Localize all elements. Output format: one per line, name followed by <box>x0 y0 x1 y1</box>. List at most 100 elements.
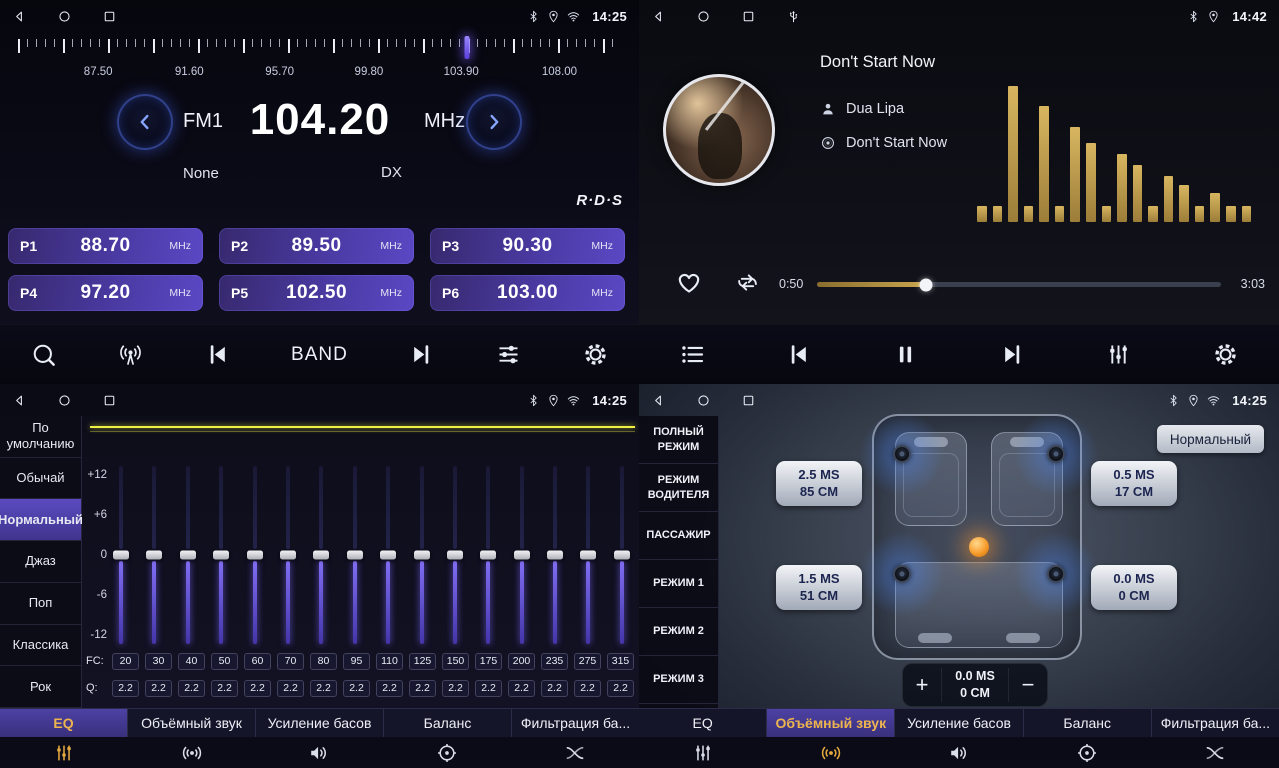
slider-thumb[interactable] <box>180 551 196 560</box>
delay-rear-left[interactable]: 1.5 MS 51 CM <box>776 565 862 610</box>
favorite-button[interactable] <box>675 268 703 296</box>
eq-band-slider[interactable] <box>579 466 597 644</box>
surround-icon[interactable] <box>128 737 256 768</box>
fc-value[interactable]: 150 <box>442 653 469 670</box>
recents-icon[interactable] <box>102 393 117 408</box>
eq-faders-icon[interactable] <box>639 737 767 768</box>
back-icon[interactable] <box>651 393 666 408</box>
decrease-button[interactable]: − <box>1009 664 1047 706</box>
usb-icon[interactable] <box>786 9 801 24</box>
increase-button[interactable]: + <box>903 664 941 706</box>
eq-faders-icon[interactable] <box>0 737 128 768</box>
fc-value[interactable]: 200 <box>508 653 535 670</box>
band-button[interactable]: BAND <box>291 344 348 366</box>
tab-bass-boost[interactable]: Усиление басов <box>256 709 384 737</box>
eq-preset-item[interactable]: Поп <box>0 583 81 625</box>
q-value[interactable]: 2.2 <box>607 680 634 697</box>
q-value[interactable]: 2.2 <box>178 680 205 697</box>
eq-preset-item[interactable]: Нормальный <box>0 499 81 541</box>
slider-thumb[interactable] <box>280 551 296 560</box>
q-value[interactable]: 2.2 <box>145 680 172 697</box>
eq-preset-item[interactable]: Обычай <box>0 458 81 500</box>
q-value[interactable]: 2.2 <box>442 680 469 697</box>
tab-filter[interactable]: Фильтрация ба... <box>512 709 639 737</box>
eq-band-slider[interactable] <box>312 466 330 644</box>
tab-balance[interactable]: Баланс <box>384 709 512 737</box>
q-value[interactable]: 2.2 <box>244 680 271 697</box>
delay-front-left[interactable]: 2.5 MS 85 CM <box>776 461 862 506</box>
eq-band-slider[interactable] <box>246 466 264 644</box>
balance-icon[interactable] <box>1023 737 1151 768</box>
slider-thumb[interactable] <box>414 551 430 560</box>
eq-band-slider[interactable] <box>379 466 397 644</box>
fc-value[interactable]: 30 <box>145 653 172 670</box>
delay-front-right[interactable]: 0.5 MS 17 CM <box>1091 461 1177 506</box>
q-value[interactable]: 2.2 <box>310 680 337 697</box>
recents-icon[interactable] <box>102 9 117 24</box>
slider-thumb[interactable] <box>580 551 596 560</box>
back-icon[interactable] <box>12 393 27 408</box>
field-mode-item[interactable]: РЕЖИМ ВОДИТЕЛЯ <box>639 464 718 512</box>
slider-thumb[interactable] <box>313 551 329 560</box>
eq-band-slider[interactable] <box>145 466 163 644</box>
slider-thumb[interactable] <box>547 551 563 560</box>
tune-down-button[interactable] <box>117 94 173 150</box>
fc-value[interactable]: 50 <box>211 653 238 670</box>
field-mode-item[interactable]: РЕЖИМ 2 <box>639 608 718 656</box>
eq-preset-item[interactable]: Классика <box>0 625 81 667</box>
slider-thumb[interactable] <box>514 551 530 560</box>
q-value[interactable]: 2.2 <box>277 680 304 697</box>
tab-surround-sound[interactable]: Объёмный звук <box>767 709 895 737</box>
crossover-icon[interactable] <box>511 737 639 768</box>
q-value[interactable]: 2.2 <box>376 680 403 697</box>
next-button[interactable] <box>999 341 1026 368</box>
crossover-icon[interactable] <box>1151 737 1279 768</box>
tab-filter[interactable]: Фильтрация ба... <box>1152 709 1279 737</box>
eq-band-slider[interactable] <box>413 466 431 644</box>
bass-boost-icon[interactable] <box>895 737 1023 768</box>
eq-band-slider[interactable] <box>179 466 197 644</box>
prev-button[interactable] <box>785 341 812 368</box>
seek-bar[interactable] <box>817 282 1221 287</box>
settings-button[interactable] <box>1212 341 1239 368</box>
slider-thumb[interactable] <box>347 551 363 560</box>
field-mode-item[interactable]: ПОЛНЫЙ РЕЖИМ <box>639 416 718 464</box>
playlist-button[interactable] <box>679 341 706 368</box>
eq-preset-item[interactable]: Рок <box>0 666 81 708</box>
home-icon[interactable] <box>57 393 72 408</box>
mixer-button[interactable] <box>1105 341 1132 368</box>
recents-icon[interactable] <box>741 9 756 24</box>
tune-up-button[interactable] <box>466 94 522 150</box>
bass-boost-icon[interactable] <box>256 737 384 768</box>
fc-value[interactable]: 315 <box>607 653 634 670</box>
prev-button[interactable] <box>204 341 231 368</box>
back-icon[interactable] <box>651 9 666 24</box>
preset-button-p4[interactable]: P497.20MHz <box>8 275 203 311</box>
home-icon[interactable] <box>696 9 711 24</box>
recents-icon[interactable] <box>741 393 756 408</box>
frequency-ruler[interactable]: 87.5091.6095.7099.80103.90108.00 <box>18 36 621 82</box>
eq-band-slider[interactable] <box>279 466 297 644</box>
preset-button-p6[interactable]: P6103.00MHz <box>430 275 625 311</box>
home-icon[interactable] <box>57 9 72 24</box>
fc-value[interactable]: 70 <box>277 653 304 670</box>
fc-value[interactable]: 275 <box>574 653 601 670</box>
eq-band-slider[interactable] <box>346 466 364 644</box>
fc-value[interactable]: 20 <box>112 653 139 670</box>
fc-value[interactable]: 40 <box>178 653 205 670</box>
slider-thumb[interactable] <box>480 551 496 560</box>
slider-thumb[interactable] <box>146 551 162 560</box>
field-mode-item[interactable]: РЕЖИМ 1 <box>639 560 718 608</box>
tab-bass-boost[interactable]: Усиление басов <box>895 709 1023 737</box>
eq-band-slider[interactable] <box>479 466 497 644</box>
eq-preset-item[interactable]: По умолчанию <box>0 416 81 458</box>
fc-value[interactable]: 235 <box>541 653 568 670</box>
q-value[interactable]: 2.2 <box>574 680 601 697</box>
fc-value[interactable]: 125 <box>409 653 436 670</box>
back-icon[interactable] <box>12 9 27 24</box>
q-value[interactable]: 2.2 <box>211 680 238 697</box>
delay-rear-right[interactable]: 0.0 MS 0 CM <box>1091 565 1177 610</box>
q-value[interactable]: 2.2 <box>112 680 139 697</box>
fc-value[interactable]: 110 <box>376 653 403 670</box>
repeat-button[interactable] <box>735 270 760 295</box>
